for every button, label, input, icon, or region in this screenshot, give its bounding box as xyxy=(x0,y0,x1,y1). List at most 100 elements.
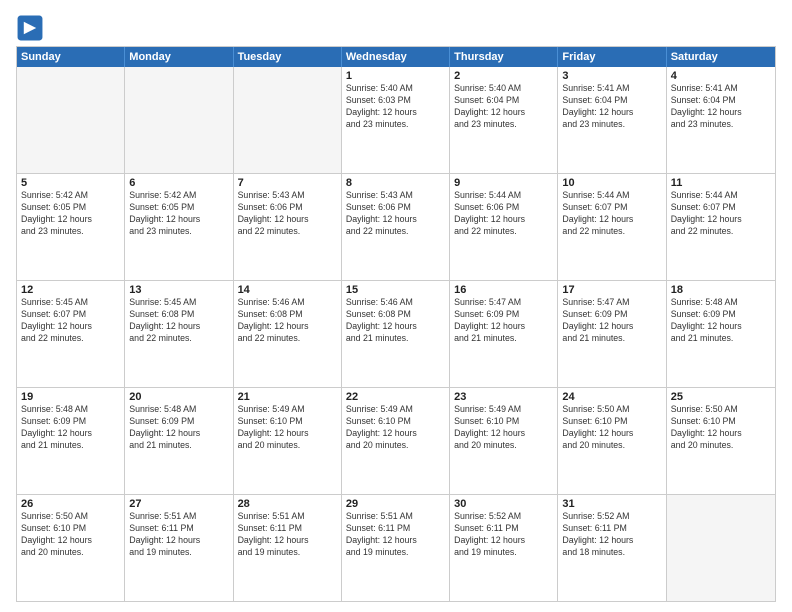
header-row xyxy=(16,12,776,42)
cell-info: Sunrise: 5:49 AM Sunset: 6:10 PM Dayligh… xyxy=(238,404,337,452)
calendar-cell: 24Sunrise: 5:50 AM Sunset: 6:10 PM Dayli… xyxy=(558,388,666,494)
calendar-body: 1Sunrise: 5:40 AM Sunset: 6:03 PM Daylig… xyxy=(17,67,775,601)
cell-info: Sunrise: 5:51 AM Sunset: 6:11 PM Dayligh… xyxy=(238,511,337,559)
page: SundayMondayTuesdayWednesdayThursdayFrid… xyxy=(0,0,792,612)
day-number: 6 xyxy=(129,177,228,189)
header-cell-thursday: Thursday xyxy=(450,47,558,67)
day-number: 5 xyxy=(21,177,120,189)
cell-info: Sunrise: 5:42 AM Sunset: 6:05 PM Dayligh… xyxy=(21,190,120,238)
calendar-cell: 28Sunrise: 5:51 AM Sunset: 6:11 PM Dayli… xyxy=(234,495,342,601)
cell-info: Sunrise: 5:46 AM Sunset: 6:08 PM Dayligh… xyxy=(238,297,337,345)
day-number: 19 xyxy=(21,391,120,403)
calendar-row-1: 5Sunrise: 5:42 AM Sunset: 6:05 PM Daylig… xyxy=(17,173,775,280)
day-number: 14 xyxy=(238,284,337,296)
day-number: 28 xyxy=(238,498,337,510)
calendar-cell: 3Sunrise: 5:41 AM Sunset: 6:04 PM Daylig… xyxy=(558,67,666,173)
cell-info: Sunrise: 5:47 AM Sunset: 6:09 PM Dayligh… xyxy=(454,297,553,345)
day-number: 23 xyxy=(454,391,553,403)
day-number: 26 xyxy=(21,498,120,510)
day-number: 16 xyxy=(454,284,553,296)
calendar-row-4: 26Sunrise: 5:50 AM Sunset: 6:10 PM Dayli… xyxy=(17,494,775,601)
cell-info: Sunrise: 5:49 AM Sunset: 6:10 PM Dayligh… xyxy=(346,404,445,452)
cell-info: Sunrise: 5:49 AM Sunset: 6:10 PM Dayligh… xyxy=(454,404,553,452)
calendar-cell: 20Sunrise: 5:48 AM Sunset: 6:09 PM Dayli… xyxy=(125,388,233,494)
calendar-cell: 29Sunrise: 5:51 AM Sunset: 6:11 PM Dayli… xyxy=(342,495,450,601)
calendar-cell: 16Sunrise: 5:47 AM Sunset: 6:09 PM Dayli… xyxy=(450,281,558,387)
calendar-cell: 11Sunrise: 5:44 AM Sunset: 6:07 PM Dayli… xyxy=(667,174,775,280)
calendar-cell: 15Sunrise: 5:46 AM Sunset: 6:08 PM Dayli… xyxy=(342,281,450,387)
day-number: 8 xyxy=(346,177,445,189)
day-number: 3 xyxy=(562,70,661,82)
calendar-cell: 23Sunrise: 5:49 AM Sunset: 6:10 PM Dayli… xyxy=(450,388,558,494)
cell-info: Sunrise: 5:48 AM Sunset: 6:09 PM Dayligh… xyxy=(129,404,228,452)
calendar-cell: 30Sunrise: 5:52 AM Sunset: 6:11 PM Dayli… xyxy=(450,495,558,601)
cell-info: Sunrise: 5:48 AM Sunset: 6:09 PM Dayligh… xyxy=(671,297,771,345)
day-number: 12 xyxy=(21,284,120,296)
calendar-cell: 27Sunrise: 5:51 AM Sunset: 6:11 PM Dayli… xyxy=(125,495,233,601)
calendar-cell: 1Sunrise: 5:40 AM Sunset: 6:03 PM Daylig… xyxy=(342,67,450,173)
calendar-cell xyxy=(17,67,125,173)
cell-info: Sunrise: 5:45 AM Sunset: 6:07 PM Dayligh… xyxy=(21,297,120,345)
cell-info: Sunrise: 5:50 AM Sunset: 6:10 PM Dayligh… xyxy=(21,511,120,559)
calendar-cell: 18Sunrise: 5:48 AM Sunset: 6:09 PM Dayli… xyxy=(667,281,775,387)
cell-info: Sunrise: 5:50 AM Sunset: 6:10 PM Dayligh… xyxy=(562,404,661,452)
logo-icon xyxy=(16,14,44,42)
day-number: 15 xyxy=(346,284,445,296)
logo xyxy=(16,14,48,42)
day-number: 11 xyxy=(671,177,771,189)
cell-info: Sunrise: 5:43 AM Sunset: 6:06 PM Dayligh… xyxy=(346,190,445,238)
cell-info: Sunrise: 5:52 AM Sunset: 6:11 PM Dayligh… xyxy=(454,511,553,559)
day-number: 13 xyxy=(129,284,228,296)
calendar-cell: 14Sunrise: 5:46 AM Sunset: 6:08 PM Dayli… xyxy=(234,281,342,387)
calendar-cell: 26Sunrise: 5:50 AM Sunset: 6:10 PM Dayli… xyxy=(17,495,125,601)
cell-info: Sunrise: 5:41 AM Sunset: 6:04 PM Dayligh… xyxy=(671,83,771,131)
calendar-header: SundayMondayTuesdayWednesdayThursdayFrid… xyxy=(17,47,775,67)
calendar-row-3: 19 Sunrise: 5:48 AM Sunset: 6:09 PM Dayli… xyxy=(17,387,775,494)
day-number: 4 xyxy=(671,70,771,82)
cell-info: Sunrise: 5:44 AM Sunset: 6:06 PM Dayligh… xyxy=(454,190,553,238)
calendar-cell: 2Sunrise: 5:40 AM Sunset: 6:04 PM Daylig… xyxy=(450,67,558,173)
calendar-cell: 10Sunrise: 5:44 AM Sunset: 6:07 PM Dayli… xyxy=(558,174,666,280)
calendar-cell xyxy=(667,495,775,601)
calendar-cell: 13Sunrise: 5:45 AM Sunset: 6:08 PM Dayli… xyxy=(125,281,233,387)
header-cell-friday: Friday xyxy=(558,47,666,67)
cell-info: Sunrise: 5:44 AM Sunset: 6:07 PM Dayligh… xyxy=(671,190,771,238)
calendar-cell xyxy=(234,67,342,173)
calendar: SundayMondayTuesdayWednesdayThursdayFrid… xyxy=(16,46,776,602)
day-number: 2 xyxy=(454,70,553,82)
cell-info: Sunrise: 5:40 AM Sunset: 6:03 PM Dayligh… xyxy=(346,83,445,131)
day-number: 21 xyxy=(238,391,337,403)
header-cell-tuesday: Tuesday xyxy=(234,47,342,67)
cell-info: Sunrise: 5:40 AM Sunset: 6:04 PM Dayligh… xyxy=(454,83,553,131)
day-number: 20 xyxy=(129,391,228,403)
calendar-cell: 7Sunrise: 5:43 AM Sunset: 6:06 PM Daylig… xyxy=(234,174,342,280)
cell-info: Sunrise: 5:46 AM Sunset: 6:08 PM Dayligh… xyxy=(346,297,445,345)
header-cell-sunday: Sunday xyxy=(17,47,125,67)
cell-info: Sunrise: 5:51 AM Sunset: 6:11 PM Dayligh… xyxy=(129,511,228,559)
day-number: 25 xyxy=(671,391,771,403)
calendar-cell: 21Sunrise: 5:49 AM Sunset: 6:10 PM Dayli… xyxy=(234,388,342,494)
cell-info: Sunrise: 5:51 AM Sunset: 6:11 PM Dayligh… xyxy=(346,511,445,559)
cell-info: Sunrise: 5:44 AM Sunset: 6:07 PM Dayligh… xyxy=(562,190,661,238)
day-number: 9 xyxy=(454,177,553,189)
cell-info: Sunrise: 5:41 AM Sunset: 6:04 PM Dayligh… xyxy=(562,83,661,131)
day-number: 30 xyxy=(454,498,553,510)
day-number: 22 xyxy=(346,391,445,403)
calendar-cell: 6Sunrise: 5:42 AM Sunset: 6:05 PM Daylig… xyxy=(125,174,233,280)
calendar-cell: 12Sunrise: 5:45 AM Sunset: 6:07 PM Dayli… xyxy=(17,281,125,387)
cell-info: Sunrise: 5:50 AM Sunset: 6:10 PM Dayligh… xyxy=(671,404,771,452)
cell-info: Sunrise: 5:43 AM Sunset: 6:06 PM Dayligh… xyxy=(238,190,337,238)
day-number: 7 xyxy=(238,177,337,189)
calendar-cell: 31Sunrise: 5:52 AM Sunset: 6:11 PM Dayli… xyxy=(558,495,666,601)
calendar-cell: 19Sunrise: 5:48 AM Sunset: 6:09 PM Dayli… xyxy=(17,388,125,494)
calendar-row-2: 12Sunrise: 5:45 AM Sunset: 6:07 PM Dayli… xyxy=(17,280,775,387)
day-number: 29 xyxy=(346,498,445,510)
day-number: 27 xyxy=(129,498,228,510)
day-number: 17 xyxy=(562,284,661,296)
day-number: 1 xyxy=(346,70,445,82)
calendar-cell xyxy=(125,67,233,173)
cell-info: Sunrise: 5:47 AM Sunset: 6:09 PM Dayligh… xyxy=(562,297,661,345)
calendar-cell: 25Sunrise: 5:50 AM Sunset: 6:10 PM Dayli… xyxy=(667,388,775,494)
header-cell-monday: Monday xyxy=(125,47,233,67)
cell-info: Sunrise: 5:42 AM Sunset: 6:05 PM Dayligh… xyxy=(129,190,228,238)
